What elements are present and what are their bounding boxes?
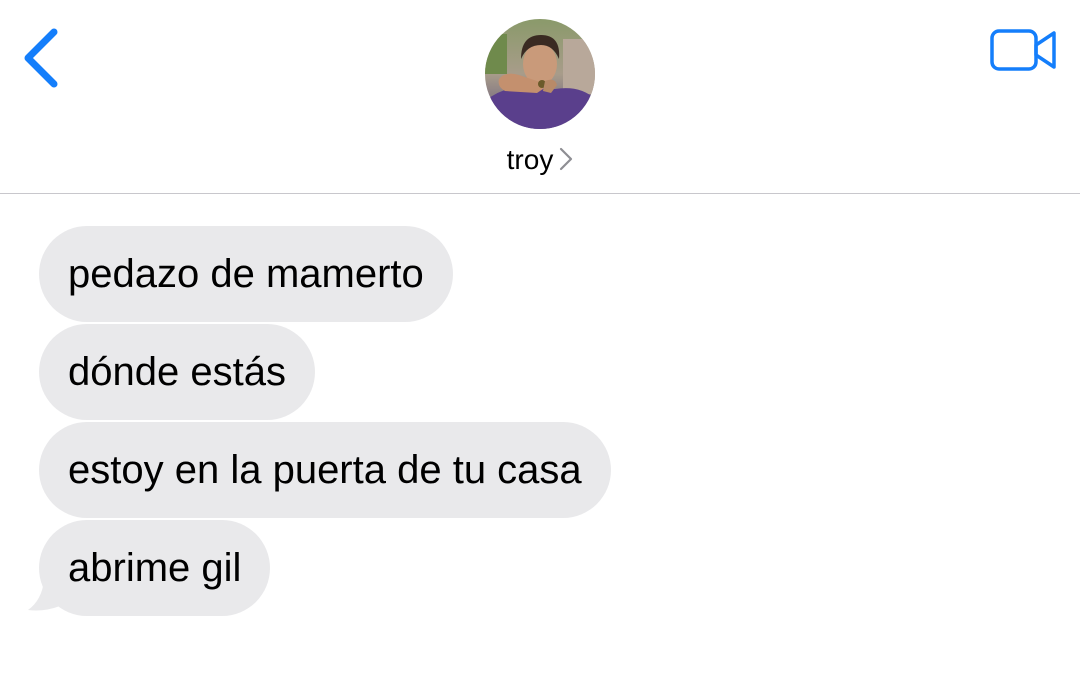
message-bubble[interactable]: dónde estás	[39, 324, 315, 420]
contact-name: troy	[506, 144, 554, 175]
back-button[interactable]	[18, 22, 68, 94]
message-bubble[interactable]: abrime gil	[39, 520, 271, 616]
chevron-left-icon	[24, 28, 58, 88]
message-text: estoy en la puerta de tu casa	[68, 448, 582, 492]
facetime-video-button[interactable]	[988, 26, 1060, 76]
message-bubble[interactable]: pedazo de mamerto	[39, 226, 453, 322]
chevron-right-icon	[559, 146, 573, 178]
message-bubble[interactable]: estoy en la puerta de tu casa	[39, 422, 611, 518]
message-text: dónde estás	[68, 350, 286, 394]
message-text: pedazo de mamerto	[68, 252, 424, 296]
video-camera-icon	[990, 29, 1056, 71]
contact-avatar[interactable]	[485, 19, 595, 129]
conversation-header: troy	[0, 0, 1080, 194]
avatar-photo	[485, 19, 595, 129]
contact-name-button[interactable]: troy	[0, 144, 1080, 178]
message-text: abrime gil	[68, 546, 242, 590]
